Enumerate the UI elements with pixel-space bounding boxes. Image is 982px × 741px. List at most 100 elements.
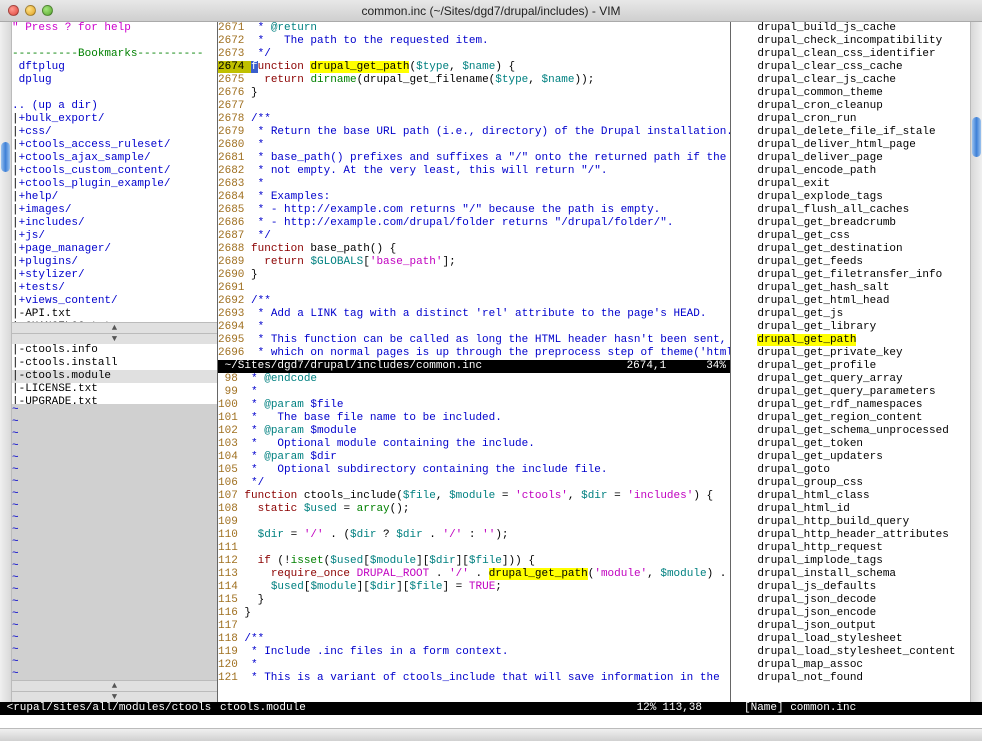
scrollbar-left[interactable]	[0, 22, 12, 702]
code-line[interactable]: 2693 * Add a LINK tag with a distinct 'r…	[218, 308, 730, 321]
tag-item[interactable]: drupal_get_js	[731, 308, 970, 321]
code-line[interactable]: 2692 /**	[218, 295, 730, 308]
code-line[interactable]: 2682 * not empty. At the very least, thi…	[218, 165, 730, 178]
code-line[interactable]: 101 * The base file name to be included.	[218, 412, 730, 425]
tree-dir[interactable]: |+images/	[12, 204, 217, 217]
tag-item[interactable]: drupal_implode_tags	[731, 555, 970, 568]
tag-item[interactable]: drupal_common_theme	[731, 87, 970, 100]
code-line[interactable]: 115 }	[218, 594, 730, 607]
scroll-down-icon[interactable]: ▼	[12, 333, 217, 344]
code-line[interactable]: 2694 *	[218, 321, 730, 334]
code-line[interactable]: 2688 function base_path() {	[218, 243, 730, 256]
tag-item[interactable]: drupal_get_css	[731, 230, 970, 243]
code-line[interactable]: 121 * This is a variant of ctools_includ…	[218, 672, 730, 685]
code-line[interactable]: 109	[218, 516, 730, 529]
scroll-up-icon[interactable]: ▲	[12, 680, 217, 691]
tree-dir[interactable]: |+ctools_custom_content/	[12, 165, 217, 178]
tree-dir[interactable]: |+stylizer/	[12, 269, 217, 282]
tag-item[interactable]: drupal_get_query_parameters	[731, 386, 970, 399]
code-line[interactable]: 117	[218, 620, 730, 633]
tag-item[interactable]: drupal_get_filetransfer_info	[731, 269, 970, 282]
tree-dir[interactable]: |+page_manager/	[12, 243, 217, 256]
tag-item[interactable]: drupal_cron_run	[731, 113, 970, 126]
tag-item[interactable]: drupal_get_region_content	[731, 412, 970, 425]
tree-file[interactable]: |-UPGRADE.txt	[12, 396, 217, 404]
code-line[interactable]: 2691	[218, 282, 730, 295]
code-line[interactable]: 2677	[218, 100, 730, 113]
code-line[interactable]: 2671 * @return	[218, 22, 730, 35]
scroll-up-icon[interactable]: ▲	[12, 322, 217, 333]
code-line[interactable]: 102 * @param $module	[218, 425, 730, 438]
tree-dir[interactable]: |+tests/	[12, 282, 217, 295]
tag-item[interactable]: drupal_deliver_html_page	[731, 139, 970, 152]
tree-dir[interactable]: |+ctools_ajax_sample/	[12, 152, 217, 165]
code-panel[interactable]: 2671 * @return2672 * The path to the req…	[218, 22, 730, 702]
code-line[interactable]: 2678 /**	[218, 113, 730, 126]
tag-item[interactable]: drupal_get_destination	[731, 243, 970, 256]
code-line[interactable]: 108 static $used = array();	[218, 503, 730, 516]
tag-item[interactable]: drupal_js_defaults	[731, 581, 970, 594]
code-line[interactable]: 2672 * The path to the requested item.	[218, 35, 730, 48]
tag-item[interactable]: drupal_not_found	[731, 672, 970, 685]
tag-item[interactable]: drupal_get_path	[731, 334, 970, 347]
tag-item[interactable]: drupal_clear_css_cache	[731, 61, 970, 74]
tag-item[interactable]: drupal_json_decode	[731, 594, 970, 607]
tree-dir[interactable]: |+ctools_plugin_example/	[12, 178, 217, 191]
tag-item[interactable]: drupal_group_css	[731, 477, 970, 490]
code-line[interactable]: 2679 * Return the base URL path (i.e., d…	[218, 126, 730, 139]
code-line[interactable]: 104 * @param $dir	[218, 451, 730, 464]
tree-file[interactable]: |-API.txt	[12, 308, 217, 321]
code-line[interactable]: 2689 return $GLOBALS['base_path'];	[218, 256, 730, 269]
tag-item[interactable]: drupal_map_assoc	[731, 659, 970, 672]
tag-item[interactable]: drupal_get_schema_unprocessed	[731, 425, 970, 438]
code-line[interactable]: 2687 */	[218, 230, 730, 243]
tree-dir[interactable]: |+bulk_export/	[12, 113, 217, 126]
tree-dir[interactable]: |+ctools_access_ruleset/	[12, 139, 217, 152]
code-line[interactable]: 110 $dir = '/' . ($dir ? $dir . '/' : ''…	[218, 529, 730, 542]
tag-item[interactable]: drupal_get_query_array	[731, 373, 970, 386]
tag-item[interactable]: drupal_install_schema	[731, 568, 970, 581]
code-line[interactable]: 107 function ctools_include($file, $modu…	[218, 490, 730, 503]
close-icon[interactable]	[8, 5, 19, 16]
tag-item[interactable]: drupal_get_token	[731, 438, 970, 451]
code-line[interactable]: 2696 * which on normal pages is up throu…	[218, 347, 730, 360]
scrollbar-bottom[interactable]	[0, 728, 982, 741]
tag-item[interactable]: drupal_json_encode	[731, 607, 970, 620]
tag-item[interactable]: drupal_encode_path	[731, 165, 970, 178]
code-line[interactable]: 118 /**	[218, 633, 730, 646]
tag-item[interactable]: drupal_load_stylesheet_content	[731, 646, 970, 659]
nerdtree-panel[interactable]: " Press ? for help ----------Bookmarks--…	[12, 22, 218, 702]
tag-item[interactable]: drupal_explode_tags	[731, 191, 970, 204]
tree-file[interactable]: |-ctools.install	[12, 357, 217, 370]
code-line[interactable]: 120 *	[218, 659, 730, 672]
tag-item[interactable]: drupal_http_request	[731, 542, 970, 555]
tag-item[interactable]: drupal_get_library	[731, 321, 970, 334]
tag-item[interactable]: drupal_html_id	[731, 503, 970, 516]
code-line[interactable]: 114 $used[$module][$dir][$file] = TRUE;	[218, 581, 730, 594]
tag-item[interactable]: drupal_clear_js_cache	[731, 74, 970, 87]
code-line[interactable]: 98 * @endcode	[218, 373, 730, 386]
tree-file[interactable]: |-ctools.module	[12, 370, 217, 383]
minimize-icon[interactable]	[25, 5, 36, 16]
tag-item[interactable]: drupal_exit	[731, 178, 970, 191]
code-line[interactable]: 116 }	[218, 607, 730, 620]
code-line[interactable]: 2674 function drupal_get_path($type, $na…	[218, 61, 730, 74]
tag-item[interactable]: drupal_get_feeds	[731, 256, 970, 269]
tag-item[interactable]: drupal_get_hash_salt	[731, 282, 970, 295]
tag-item[interactable]: drupal_delete_file_if_stale	[731, 126, 970, 139]
taglist-panel[interactable]: drupal_build_js_cache drupal_check_incom…	[730, 22, 970, 702]
tree-file[interactable]: |-LICENSE.txt	[12, 383, 217, 396]
tag-item[interactable]: drupal_get_private_key	[731, 347, 970, 360]
tag-item[interactable]: drupal_get_breadcrumb	[731, 217, 970, 230]
code-line[interactable]: 2676 }	[218, 87, 730, 100]
zoom-icon[interactable]	[42, 5, 53, 16]
tag-item[interactable]: drupal_cron_cleanup	[731, 100, 970, 113]
tag-item[interactable]: drupal_http_header_attributes	[731, 529, 970, 542]
code-line[interactable]: 2675 return dirname(drupal_get_filename(…	[218, 74, 730, 87]
tag-item[interactable]: drupal_get_updaters	[731, 451, 970, 464]
code-line[interactable]: 119 * Include .inc files in a form conte…	[218, 646, 730, 659]
tag-item[interactable]: drupal_load_stylesheet	[731, 633, 970, 646]
code-line[interactable]: 99 *	[218, 386, 730, 399]
command-line[interactable]	[0, 715, 982, 728]
tag-item[interactable]: drupal_json_output	[731, 620, 970, 633]
